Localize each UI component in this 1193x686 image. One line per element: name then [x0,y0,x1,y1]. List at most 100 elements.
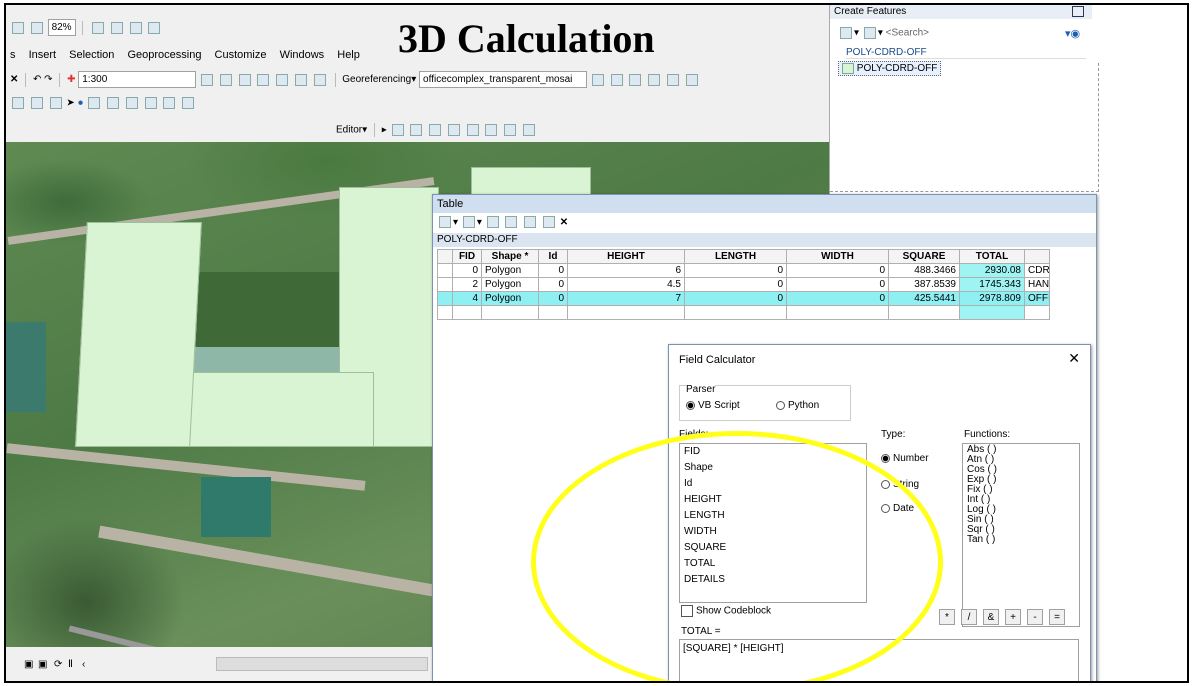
cell-details[interactable]: HANC [1024,277,1050,292]
parser-vbscript-radio[interactable]: VB Script [686,400,740,411]
time-slider-icon[interactable] [163,97,176,109]
subtract-button[interactable]: - [1027,609,1043,625]
switch-selection-icon[interactable] [505,216,518,229]
function-item[interactable]: Fix ( ) [963,484,1079,495]
column-header[interactable]: WIDTH [786,249,889,264]
select-by-attributes-icon[interactable] [486,216,499,229]
scroll-left-icon[interactable]: ‹ [82,659,85,670]
cell-id[interactable]: 0 [538,291,568,306]
layout-icon[interactable] [129,21,142,34]
cell-id[interactable]: 0 [538,263,568,278]
field-item[interactable]: TOTAL [680,556,866,572]
add-control-points-icon[interactable] [591,73,604,86]
type-number-radio[interactable]: Number [881,453,929,464]
table-row-empty[interactable] [437,305,1050,320]
type-date-radio[interactable]: Date [881,503,914,514]
menu-item-customize[interactable]: Customize [215,49,267,61]
catalog-icon[interactable] [238,73,251,86]
menu-item-insert[interactable]: Insert [29,49,57,61]
panel-restore-icon[interactable] [1072,6,1084,17]
organize-templates-icon[interactable] [840,27,852,39]
rotate-icon[interactable] [610,73,623,86]
table-options-icon[interactable] [439,216,451,229]
cell-square[interactable]: 488.3466 [888,263,960,278]
cell-square[interactable]: 387.8539 [888,277,960,292]
sketch-properties-icon[interactable] [504,124,517,136]
fields-list[interactable]: FID Shape Id HEIGHT LENGTH WIDTH SQUARE … [679,443,867,603]
cell-shape[interactable]: Polygon [481,277,539,292]
find-icon[interactable] [125,97,138,109]
rotate-feature-icon[interactable] [466,124,479,136]
georef-layer-combo[interactable]: officecomplex_transparent_mosai [419,71,588,88]
menu-item-file[interactable]: s [10,49,16,61]
select-arrow-icon[interactable]: ➤ [66,98,74,109]
field-item[interactable]: LENGTH [680,508,866,524]
page-width-icon[interactable] [110,21,123,34]
link-table-icon[interactable] [666,73,679,86]
cell-width[interactable]: 0 [786,277,889,292]
function-item[interactable]: Int ( ) [963,494,1079,505]
function-item[interactable]: Cos ( ) [963,464,1079,475]
table-row-selected[interactable]: 4 Polygon 0 7 0 0 425.5441 2978.809 OFFI [437,291,1050,306]
column-header[interactable]: FID [452,249,482,264]
close-icon[interactable]: ✕ [1068,350,1080,367]
menu-item-geoprocessing[interactable]: Geoprocessing [127,49,201,61]
building-polygon[interactable] [75,222,202,447]
column-header[interactable]: LENGTH [684,249,787,264]
editor-toolbar-icon[interactable] [201,73,214,86]
georeferencing-menu[interactable]: Georeferencing [342,74,411,85]
identify-icon[interactable]: ● [78,98,84,109]
go-to-xy-icon[interactable] [144,97,157,109]
table-row[interactable]: 2 Polygon 0 4.5 0 0 387.8539 1745.343 HA… [437,277,1050,292]
function-item[interactable]: Exp ( ) [963,474,1079,485]
cell-shape[interactable]: Polygon [481,291,539,306]
add-data-icon[interactable]: ✚ [67,74,75,85]
straight-segment-icon[interactable] [410,124,423,136]
viewer-icon[interactable] [182,97,195,109]
field-item[interactable]: DETAILS [680,572,866,588]
undo-icon[interactable]: ↶ [33,74,41,85]
function-item[interactable]: Log ( ) [963,504,1079,515]
arctoolbox-icon[interactable] [276,73,289,86]
pan-icon[interactable] [12,97,24,109]
scale-icon[interactable] [648,73,661,86]
function-item[interactable]: Atn ( ) [963,454,1079,465]
shift-icon[interactable] [629,73,642,86]
field-item[interactable]: FID [680,444,866,460]
horizontal-scrollbar[interactable] [216,657,428,671]
measure-icon[interactable] [107,97,120,109]
zoom-in-icon[interactable] [12,21,24,34]
edit-annotation-icon[interactable] [391,124,404,136]
functions-list[interactable]: Abs ( ) Atn ( ) Cos ( ) Exp ( ) Fix ( ) … [962,443,1080,627]
split-icon[interactable] [447,124,460,136]
cell-width[interactable]: 0 [786,263,889,278]
menu-item-selection[interactable]: Selection [69,49,114,61]
type-string-radio[interactable]: String [881,479,919,490]
trace-icon[interactable] [429,124,442,136]
html-popup-icon[interactable] [88,97,101,109]
field-item[interactable]: Id [680,476,866,492]
multiply-button[interactable]: * [939,609,955,625]
data-view-icon[interactable] [148,21,161,34]
search-window-icon[interactable] [257,73,270,86]
cell-details[interactable]: OFFI [1024,291,1050,306]
edit-tool-icon[interactable]: ▸ [382,125,387,136]
cell-width[interactable]: 0 [786,291,889,306]
search-icon[interactable]: ▾◉ [1065,27,1080,40]
table-row[interactable]: 0 Polygon 0 6 0 0 488.3466 2930.08 CDRI [437,263,1050,278]
cell-height[interactable]: 7 [567,291,685,306]
view-links-icon[interactable] [685,73,698,86]
attributes-icon[interactable] [485,124,498,136]
expression-textbox[interactable]: [SQUARE] * [HEIGHT] [679,639,1079,681]
refresh-icon[interactable]: ⟳ [54,659,62,670]
concatenate-button[interactable]: & [983,609,999,625]
delete-icon[interactable]: ✕ [10,74,18,85]
page-icon[interactable] [92,21,105,34]
data-view-toggle-icon[interactable]: ▣ [38,659,47,670]
zoom-percent-combo[interactable]: 82% [47,19,76,36]
function-item[interactable]: Sqr ( ) [963,524,1079,535]
field-item[interactable]: WIDTH [680,524,866,540]
cell-shape[interactable]: Polygon [481,263,539,278]
function-item[interactable]: Sin ( ) [963,514,1079,525]
equals-button[interactable]: = [1049,609,1065,625]
